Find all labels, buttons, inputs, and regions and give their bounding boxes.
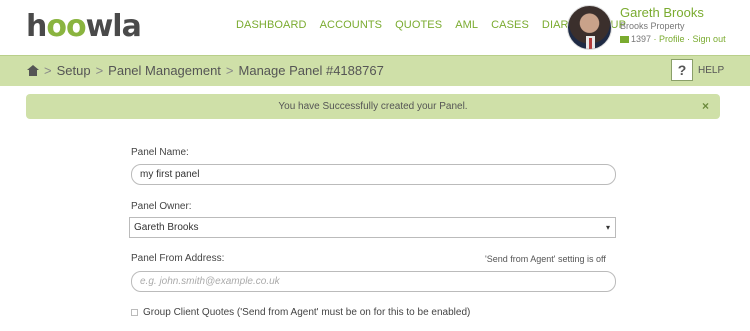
message-count[interactable]: 1397 — [631, 34, 651, 44]
send-from-agent-note: 'Send from Agent' setting is off — [485, 254, 606, 264]
nav-accounts[interactable]: ACCOUNTS — [320, 19, 383, 31]
nav-cases[interactable]: CASES — [491, 19, 529, 31]
breadcrumb-separator: > — [95, 63, 104, 78]
panel-owner-value: Gareth Brooks — [134, 222, 199, 233]
breadcrumb-setup[interactable]: Setup — [57, 63, 91, 78]
from-address-label: Panel From Address: — [131, 253, 225, 264]
nav-dashboard[interactable]: DASHBOARD — [236, 19, 307, 31]
breadcrumb-separator: > — [225, 63, 234, 78]
home-icon[interactable] — [27, 65, 39, 76]
nav-aml[interactable]: AML — [455, 19, 478, 31]
alert-message: You have Successfully created your Panel… — [278, 101, 468, 112]
group-quotes-label: Group Client Quotes ('Send from Agent' m… — [143, 307, 471, 318]
breadcrumb: > Setup > Panel Management > Manage Panel #41… — [27, 63, 384, 78]
avatar-tie — [589, 38, 592, 49]
profile-link[interactable]: Profile — [659, 34, 685, 44]
panel-name-input[interactable] — [131, 164, 616, 185]
help-button[interactable]: ? — [671, 59, 693, 81]
panel-owner-label: Panel Owner: — [131, 201, 192, 212]
signout-link[interactable]: Sign out — [693, 34, 726, 44]
nav-quotes[interactable]: QUOTES — [395, 19, 442, 31]
user-name[interactable]: Gareth Brooks — [620, 5, 704, 20]
breadcrumb-bar: > Setup > Panel Management > Manage Panel #41… — [0, 55, 750, 86]
help-label[interactable]: HELP — [698, 65, 724, 76]
breadcrumb-current: Manage Panel #4188767 — [238, 63, 384, 78]
meta-separator: · — [684, 34, 693, 44]
group-quotes-checkbox[interactable] — [131, 309, 138, 316]
top-header: hoowla DASHBOARD ACCOUNTS QUOTES AML CAS… — [0, 0, 750, 55]
panel-owner-select[interactable]: Gareth Brooks ▾ — [129, 217, 616, 238]
hoowla-logo[interactable]: hoowla — [26, 9, 142, 44]
logo-text-h: h — [26, 9, 47, 44]
success-alert: You have Successfully created your Panel… — [26, 94, 720, 119]
user-company: Brooks Property — [620, 21, 685, 31]
logo-text-wla: wla — [85, 9, 142, 44]
panel-name-label: Panel Name: — [131, 147, 189, 158]
breadcrumb-panel-management[interactable]: Panel Management — [108, 63, 221, 78]
close-icon[interactable]: × — [702, 99, 709, 113]
logo-text-oo: oo — [46, 9, 86, 44]
envelope-icon[interactable] — [620, 36, 629, 43]
chevron-down-icon: ▾ — [605, 223, 610, 232]
breadcrumb-separator: > — [44, 63, 52, 78]
from-address-input[interactable] — [131, 271, 616, 292]
user-meta: 1397 · Profile · Sign out — [620, 34, 726, 44]
user-avatar[interactable] — [567, 5, 612, 50]
meta-separator: · — [651, 34, 660, 44]
